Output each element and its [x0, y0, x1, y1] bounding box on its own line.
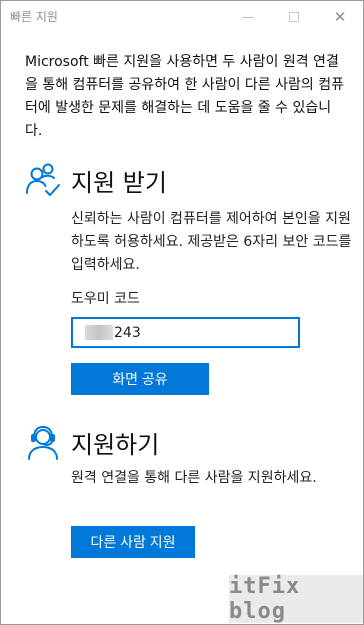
give-help-title: 지원하기 [71, 431, 160, 459]
give-help-description: 원격 연결을 통해 다른 사람을 지원하세요. [71, 470, 317, 486]
share-screen-button[interactable]: 화면 공유 [71, 363, 209, 395]
get-help-title: 지원 받기 [71, 169, 167, 197]
minimize-button[interactable] [225, 1, 271, 33]
close-icon: ✕ [333, 8, 347, 26]
minimize-icon [243, 16, 253, 18]
watermark: itFix blog [229, 574, 363, 624]
helper-code-input[interactable]: 243 [71, 317, 300, 348]
people-check-icon [26, 163, 60, 196]
title-bar[interactable]: 빠른 지원 ✕ [1, 1, 363, 33]
helper-code-label: 도우미 코드 [71, 291, 140, 307]
close-button[interactable]: ✕ [317, 1, 363, 33]
headset-person-icon [28, 426, 58, 460]
window-title: 빠른 지원 [10, 10, 58, 24]
intro-text: Microsoft 빠른 지원을 사용하면 두 사람이 원격 연결을 통해 컴퓨… [25, 54, 344, 139]
blurred-code-digits [85, 325, 113, 340]
helper-code-value: 243 [114, 324, 141, 341]
get-help-description: 신뢰하는 사람이 컴퓨터를 제어하여 본인을 지원하도록 허용하세요. 제공받은… [71, 211, 352, 273]
help-someone-button[interactable]: 다른 사람 지원 [71, 526, 195, 558]
maximize-button[interactable] [271, 1, 317, 33]
maximize-icon [289, 12, 299, 22]
quick-assist-window: 빠른 지원 ✕ Microsoft 빠른 지원을 사용하면 두 사람이 원격 연… [0, 0, 364, 625]
